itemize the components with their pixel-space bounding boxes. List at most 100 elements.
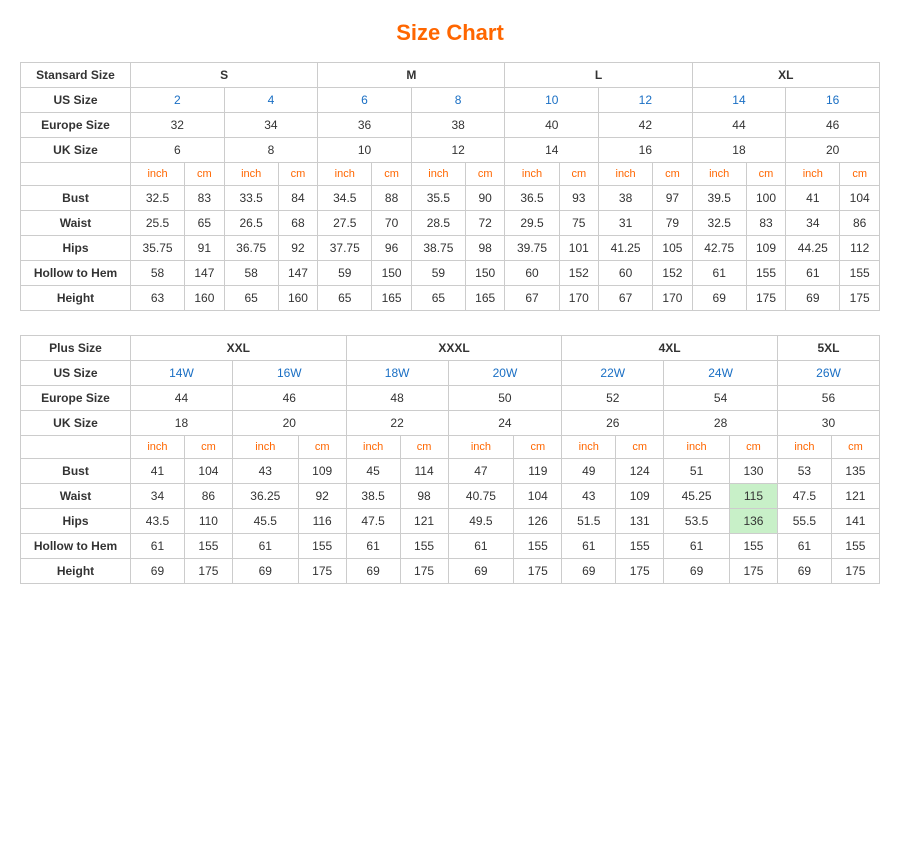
plus-hips-7: 126 (514, 509, 562, 534)
europe-size-label: Europe Size (21, 113, 131, 138)
plus-unit-13: cm (831, 436, 879, 459)
plus-hollow-3: 155 (298, 534, 346, 559)
standard-size-table: Stansard Size S M L XL US Size 2 4 6 8 1… (20, 62, 880, 311)
plus-hips-0: 43.5 (131, 509, 185, 534)
hips-10: 41.25 (599, 236, 653, 261)
waist-13: 83 (746, 211, 786, 236)
us-size-14: 14 (692, 88, 786, 113)
waist-11: 79 (653, 211, 693, 236)
plus-waist-2: 36.25 (232, 484, 298, 509)
height-8: 67 (505, 286, 559, 311)
plus-hips-8: 51.5 (562, 509, 616, 534)
plus-eu-50: 50 (448, 386, 562, 411)
uk-20: 20 (786, 138, 880, 163)
height-0: 63 (131, 286, 185, 311)
std-unit-8: inch (505, 163, 559, 186)
hollow-11: 152 (653, 261, 693, 286)
hips-6: 38.75 (411, 236, 465, 261)
plus-unit-1: cm (184, 436, 232, 459)
plus-waist-8: 43 (562, 484, 616, 509)
plus-us-20w: 20W (448, 361, 562, 386)
plus-bust-11: 130 (729, 459, 777, 484)
plus-height-9: 175 (616, 559, 664, 584)
eu-34: 34 (224, 113, 318, 138)
plus-eu-56: 56 (777, 386, 879, 411)
plus-height-7: 175 (514, 559, 562, 584)
plus-europe-label: Europe Size (21, 386, 131, 411)
std-unit-13: cm (746, 163, 786, 186)
bust-1: 83 (185, 186, 225, 211)
plus-bust-label: Bust (21, 459, 131, 484)
plus-height-0: 69 (131, 559, 185, 584)
plus-uk-18: 18 (131, 411, 233, 436)
uk-16: 16 (599, 138, 693, 163)
plus-unit-0: inch (131, 436, 185, 459)
plus-hips-label: Hips (21, 509, 131, 534)
plus-uk-28: 28 (664, 411, 778, 436)
plus-bust-0: 41 (131, 459, 185, 484)
plus-bust-12: 53 (777, 459, 831, 484)
plus-height-1: 175 (184, 559, 232, 584)
plus-bust-10: 51 (664, 459, 730, 484)
bust-4: 34.5 (318, 186, 372, 211)
waist-7: 72 (465, 211, 505, 236)
4xl-header: 4XL (562, 336, 778, 361)
std-unit-15: cm (840, 163, 880, 186)
plus-uk-20: 20 (232, 411, 346, 436)
std-unit-7: cm (465, 163, 505, 186)
waist-12: 32.5 (692, 211, 746, 236)
plus-bust-1: 104 (184, 459, 232, 484)
height-12: 69 (692, 286, 746, 311)
plus-us-14w: 14W (131, 361, 233, 386)
height-7: 165 (465, 286, 505, 311)
hollow-9: 152 (559, 261, 599, 286)
waist-1: 65 (185, 211, 225, 236)
plus-waist-5: 98 (400, 484, 448, 509)
plus-hips-5: 121 (400, 509, 448, 534)
plus-hollow-0: 61 (131, 534, 185, 559)
eu-40: 40 (505, 113, 599, 138)
hips-7: 98 (465, 236, 505, 261)
plus-us-16w: 16W (232, 361, 346, 386)
hollow-12: 61 (692, 261, 746, 286)
hollow-2: 58 (224, 261, 278, 286)
hollow-6: 59 (411, 261, 465, 286)
plus-bust-4: 45 (346, 459, 400, 484)
plus-uk-26: 26 (562, 411, 664, 436)
plus-waist-label: Waist (21, 484, 131, 509)
hips-4: 37.75 (318, 236, 372, 261)
plus-hips-6: 49.5 (448, 509, 514, 534)
plus-waist-3: 92 (298, 484, 346, 509)
hollow-8: 60 (505, 261, 559, 286)
hollow-10: 60 (599, 261, 653, 286)
bust-14: 41 (786, 186, 840, 211)
std-unit-10: inch (599, 163, 653, 186)
bust-0: 32.5 (131, 186, 185, 211)
plus-eu-52: 52 (562, 386, 664, 411)
hollow-15: 155 (840, 261, 880, 286)
plus-hollow-1: 155 (184, 534, 232, 559)
std-unit-2: inch (224, 163, 278, 186)
standard-header: Stansard Size (21, 63, 131, 88)
bust-7: 90 (465, 186, 505, 211)
height-14: 69 (786, 286, 840, 311)
hollow-5: 150 (372, 261, 412, 286)
hollow-7: 150 (465, 261, 505, 286)
uk-18: 18 (692, 138, 786, 163)
plus-waist-6: 40.75 (448, 484, 514, 509)
bust-11: 97 (653, 186, 693, 211)
std-unit-14: inch (786, 163, 840, 186)
hips-12: 42.75 (692, 236, 746, 261)
plus-unit-9: cm (616, 436, 664, 459)
bust-6: 35.5 (411, 186, 465, 211)
bust-label: Bust (21, 186, 131, 211)
plus-hollow-10: 61 (664, 534, 730, 559)
eu-32: 32 (131, 113, 225, 138)
plus-waist-12: 47.5 (777, 484, 831, 509)
plus-hollow-11: 155 (729, 534, 777, 559)
plus-hips-11: 136 (729, 509, 777, 534)
hips-5: 96 (372, 236, 412, 261)
bust-8: 36.5 (505, 186, 559, 211)
plus-unit-4: inch (346, 436, 400, 459)
plus-unit-12: inch (777, 436, 831, 459)
